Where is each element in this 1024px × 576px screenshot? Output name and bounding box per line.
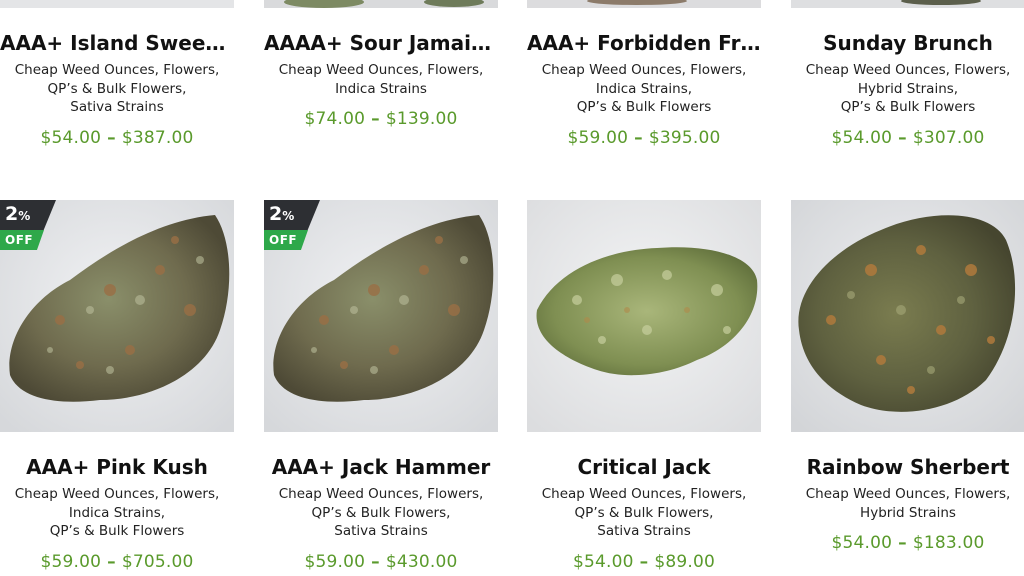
price-min: $54.00 [40, 127, 102, 148]
product-title[interactable]: Critical Jack [527, 454, 761, 480]
product-categories: Cheap Weed Ounces, Flowers, QP’s & Bulk … [0, 61, 234, 117]
product-card: 2% OFF AAA+ Jack Hammer Cheap Weed Ounce… [264, 200, 498, 573]
discount-off-label: OFF [269, 233, 298, 247]
discount-off-label: OFF [5, 233, 34, 247]
product-price: $59.00– $395.00 [527, 127, 761, 149]
category-line[interactable]: QP’s & Bulk Flowers [527, 98, 761, 117]
discount-badge: 2% OFF [264, 200, 320, 250]
category-line[interactable]: Sativa Strains [264, 522, 498, 541]
category-line[interactable]: Indica Strains [264, 80, 498, 99]
price-separator: – [634, 127, 643, 148]
product-price: $59.00– $430.00 [264, 551, 498, 573]
category-line[interactable]: Cheap Weed Ounces, Flowers, [527, 485, 761, 504]
category-line[interactable]: Indica Strains, [527, 80, 761, 99]
price-max: $183.00 [912, 533, 985, 553]
product-card: AAA+ Island Sweet S... Cheap Weed Ounces… [0, 0, 234, 149]
category-line[interactable]: QP’s & Bulk Flowers, [0, 80, 234, 99]
product-title[interactable]: AAA+ Pink Kush [0, 454, 234, 480]
product-card: Critical Jack Cheap Weed Ounces, Flowers… [527, 200, 761, 573]
price-min: $59.00 [304, 551, 366, 572]
product-categories: Cheap Weed Ounces, Flowers, Indica Strai… [527, 61, 761, 117]
price-separator: – [107, 127, 116, 148]
category-line[interactable]: Hybrid Strains, [791, 80, 1024, 99]
price-max: $89.00 [654, 551, 716, 572]
category-line[interactable]: Cheap Weed Ounces, Flowers, [264, 485, 498, 504]
product-categories: Cheap Weed Ounces, Flowers, QP’s & Bulk … [264, 485, 498, 541]
product-card: Rainbow Sherbert Cheap Weed Ounces, Flow… [791, 200, 1024, 554]
product-image[interactable] [791, 200, 1024, 432]
product-grid: AAA+ Island Sweet S... Cheap Weed Ounces… [0, 0, 1024, 576]
price-max: $705.00 [121, 551, 194, 572]
product-price: $59.00– $705.00 [0, 551, 234, 573]
product-price: $54.00– $183.00 [791, 532, 1024, 554]
price-max: $395.00 [648, 127, 721, 148]
category-line[interactable]: Hybrid Strains [791, 504, 1024, 523]
price-max: $139.00 [385, 109, 458, 129]
price-separator: – [371, 109, 380, 129]
product-image[interactable] [527, 0, 761, 8]
price-separator: – [371, 551, 380, 572]
price-min: $54.00 [572, 551, 634, 572]
category-line[interactable]: Cheap Weed Ounces, Flowers, [527, 61, 761, 80]
product-categories: Cheap Weed Ounces, Flowers, Indica Strai… [264, 61, 498, 98]
price-min: $54.00 [831, 533, 893, 553]
product-image[interactable]: 2% OFF [0, 200, 234, 432]
product-card: Sunday Brunch Cheap Weed Ounces, Flowers… [791, 0, 1024, 149]
product-title[interactable]: AAAA+ Sour Jamaic... [264, 30, 498, 56]
product-price: $74.00– $139.00 [264, 108, 498, 130]
product-title[interactable]: Sunday Brunch [791, 30, 1024, 56]
product-price: $54.00– $307.00 [791, 127, 1024, 149]
price-max: $430.00 [385, 551, 458, 572]
category-line[interactable]: Cheap Weed Ounces, Flowers, [791, 61, 1024, 80]
product-image[interactable] [0, 0, 234, 8]
discount-percent: 2 [269, 203, 283, 225]
price-separator: – [898, 533, 907, 553]
category-line[interactable]: Cheap Weed Ounces, Flowers, [264, 61, 498, 80]
product-title[interactable]: Rainbow Sherbert [791, 454, 1024, 480]
price-min: $54.00 [831, 127, 893, 148]
category-line[interactable]: Sativa Strains [0, 98, 234, 117]
price-min: $59.00 [567, 127, 629, 148]
product-image[interactable]: 2% OFF [264, 200, 498, 432]
product-categories: Cheap Weed Ounces, Flowers, Hybrid Strai… [791, 485, 1024, 522]
discount-badge: 2% OFF [0, 200, 56, 250]
product-image[interactable] [264, 0, 498, 8]
product-card: AAA+ Forbidden Fruit Cheap Weed Ounces, … [527, 0, 761, 149]
category-line[interactable]: QP’s & Bulk Flowers [791, 98, 1024, 117]
category-line[interactable]: Indica Strains, [0, 504, 234, 523]
percent-sign: % [282, 209, 295, 223]
category-line[interactable]: Cheap Weed Ounces, Flowers, [0, 61, 234, 80]
product-title[interactable]: AAA+ Island Sweet S... [0, 30, 234, 56]
category-line[interactable]: Cheap Weed Ounces, Flowers, [791, 485, 1024, 504]
percent-sign: % [18, 209, 31, 223]
category-line[interactable]: QP’s & Bulk Flowers [0, 522, 234, 541]
discount-percent: 2 [5, 203, 19, 225]
product-categories: Cheap Weed Ounces, Flowers, Hybrid Strai… [791, 61, 1024, 117]
category-line[interactable]: Sativa Strains [527, 522, 761, 541]
product-image[interactable] [791, 0, 1024, 8]
price-max: $387.00 [121, 127, 194, 148]
product-categories: Cheap Weed Ounces, Flowers, QP’s & Bulk … [527, 485, 761, 541]
product-card: 2% OFF AAA+ Pink Kush Cheap Weed Ounces,… [0, 200, 234, 573]
category-line[interactable]: Cheap Weed Ounces, Flowers, [0, 485, 234, 504]
price-min: $59.00 [40, 551, 102, 572]
product-title[interactable]: AAA+ Jack Hammer [264, 454, 498, 480]
product-price: $54.00– $89.00 [527, 551, 761, 573]
price-min: $74.00 [304, 109, 366, 129]
price-max: $307.00 [912, 127, 985, 148]
product-card: AAAA+ Sour Jamaic... Cheap Weed Ounces, … [264, 0, 498, 130]
price-separator: – [107, 551, 116, 572]
category-line[interactable]: QP’s & Bulk Flowers, [264, 504, 498, 523]
category-line[interactable]: QP’s & Bulk Flowers, [527, 504, 761, 523]
product-image[interactable] [527, 200, 761, 432]
product-title[interactable]: AAA+ Forbidden Fruit [527, 30, 761, 56]
product-price: $54.00– $387.00 [0, 127, 234, 149]
price-separator: – [639, 551, 649, 572]
product-categories: Cheap Weed Ounces, Flowers, Indica Strai… [0, 485, 234, 541]
price-separator: – [898, 127, 907, 148]
